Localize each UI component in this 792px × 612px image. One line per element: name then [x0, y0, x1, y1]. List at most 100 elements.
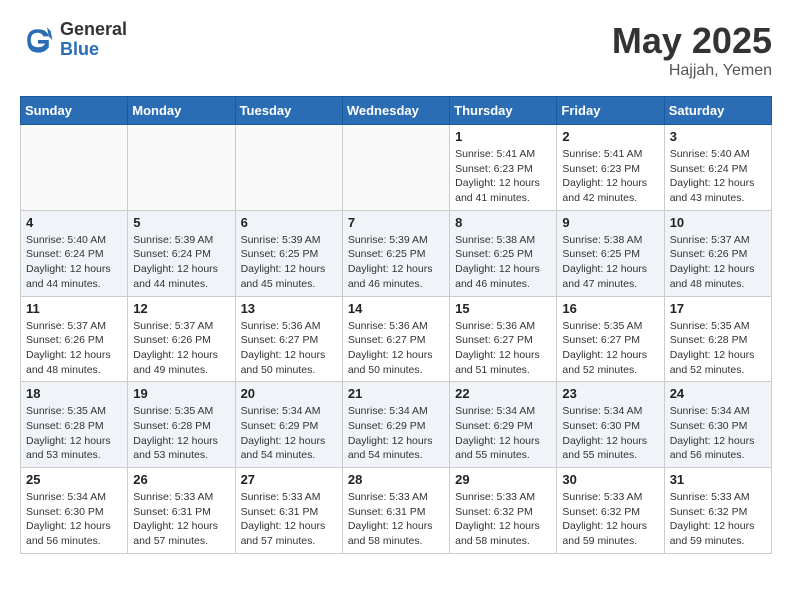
day-detail: Sunrise: 5:33 AMSunset: 6:31 PMDaylight:…	[241, 490, 337, 549]
day-detail: Sunrise: 5:34 AMSunset: 6:30 PMDaylight:…	[26, 490, 122, 549]
day-number: 1	[455, 129, 551, 144]
day-number: 20	[241, 386, 337, 401]
day-number: 5	[133, 215, 229, 230]
calendar-cell-w3-d4: 14 Sunrise: 5:36 AMSunset: 6:27 PMDaylig…	[342, 296, 449, 382]
day-detail: Sunrise: 5:33 AMSunset: 6:32 PMDaylight:…	[455, 490, 551, 549]
day-detail: Sunrise: 5:39 AMSunset: 6:25 PMDaylight:…	[241, 233, 337, 292]
day-number: 22	[455, 386, 551, 401]
day-number: 7	[348, 215, 444, 230]
calendar-cell-w2-d2: 5 Sunrise: 5:39 AMSunset: 6:24 PMDayligh…	[128, 210, 235, 296]
logo-icon	[20, 22, 56, 58]
calendar-cell-w3-d1: 11 Sunrise: 5:37 AMSunset: 6:26 PMDaylig…	[21, 296, 128, 382]
calendar-cell-w3-d2: 12 Sunrise: 5:37 AMSunset: 6:26 PMDaylig…	[128, 296, 235, 382]
calendar-cell-w5-d6: 30 Sunrise: 5:33 AMSunset: 6:32 PMDaylig…	[557, 468, 664, 554]
calendar-table: Sunday Monday Tuesday Wednesday Thursday…	[20, 96, 772, 554]
day-number: 13	[241, 301, 337, 316]
day-detail: Sunrise: 5:35 AMSunset: 6:27 PMDaylight:…	[562, 319, 658, 378]
calendar-cell-w4-d1: 18 Sunrise: 5:35 AMSunset: 6:28 PMDaylig…	[21, 382, 128, 468]
day-number: 14	[348, 301, 444, 316]
col-monday: Monday	[128, 97, 235, 125]
calendar-cell-w3-d5: 15 Sunrise: 5:36 AMSunset: 6:27 PMDaylig…	[450, 296, 557, 382]
day-number: 23	[562, 386, 658, 401]
calendar-cell-w3-d6: 16 Sunrise: 5:35 AMSunset: 6:27 PMDaylig…	[557, 296, 664, 382]
day-detail: Sunrise: 5:35 AMSunset: 6:28 PMDaylight:…	[26, 404, 122, 463]
day-number: 3	[670, 129, 766, 144]
day-detail: Sunrise: 5:33 AMSunset: 6:31 PMDaylight:…	[348, 490, 444, 549]
day-detail: Sunrise: 5:40 AMSunset: 6:24 PMDaylight:…	[26, 233, 122, 292]
day-number: 21	[348, 386, 444, 401]
day-number: 15	[455, 301, 551, 316]
day-detail: Sunrise: 5:34 AMSunset: 6:30 PMDaylight:…	[670, 404, 766, 463]
day-number: 6	[241, 215, 337, 230]
day-number: 10	[670, 215, 766, 230]
day-number: 18	[26, 386, 122, 401]
day-detail: Sunrise: 5:39 AMSunset: 6:25 PMDaylight:…	[348, 233, 444, 292]
day-number: 31	[670, 472, 766, 487]
calendar-week-1: 1 Sunrise: 5:41 AMSunset: 6:23 PMDayligh…	[21, 125, 772, 211]
day-detail: Sunrise: 5:35 AMSunset: 6:28 PMDaylight:…	[133, 404, 229, 463]
logo-blue-text: Blue	[60, 40, 127, 60]
page-header: General Blue May 2025 Hajjah, Yemen	[20, 20, 772, 80]
calendar-cell-w1-d1	[21, 125, 128, 211]
day-detail: Sunrise: 5:37 AMSunset: 6:26 PMDaylight:…	[133, 319, 229, 378]
day-number: 25	[26, 472, 122, 487]
calendar-cell-w1-d7: 3 Sunrise: 5:40 AMSunset: 6:24 PMDayligh…	[664, 125, 771, 211]
calendar-cell-w1-d3	[235, 125, 342, 211]
calendar-cell-w5-d2: 26 Sunrise: 5:33 AMSunset: 6:31 PMDaylig…	[128, 468, 235, 554]
calendar-cell-w4-d2: 19 Sunrise: 5:35 AMSunset: 6:28 PMDaylig…	[128, 382, 235, 468]
day-detail: Sunrise: 5:41 AMSunset: 6:23 PMDaylight:…	[562, 147, 658, 206]
day-detail: Sunrise: 5:37 AMSunset: 6:26 PMDaylight:…	[670, 233, 766, 292]
calendar-cell-w1-d5: 1 Sunrise: 5:41 AMSunset: 6:23 PMDayligh…	[450, 125, 557, 211]
calendar-week-5: 25 Sunrise: 5:34 AMSunset: 6:30 PMDaylig…	[21, 468, 772, 554]
day-number: 2	[562, 129, 658, 144]
day-number: 17	[670, 301, 766, 316]
col-friday: Friday	[557, 97, 664, 125]
day-detail: Sunrise: 5:34 AMSunset: 6:29 PMDaylight:…	[455, 404, 551, 463]
day-detail: Sunrise: 5:34 AMSunset: 6:29 PMDaylight:…	[241, 404, 337, 463]
day-number: 28	[348, 472, 444, 487]
day-number: 12	[133, 301, 229, 316]
col-sunday: Sunday	[21, 97, 128, 125]
calendar-cell-w5-d7: 31 Sunrise: 5:33 AMSunset: 6:32 PMDaylig…	[664, 468, 771, 554]
day-detail: Sunrise: 5:36 AMSunset: 6:27 PMDaylight:…	[348, 319, 444, 378]
col-saturday: Saturday	[664, 97, 771, 125]
calendar-header-row: Sunday Monday Tuesday Wednesday Thursday…	[21, 97, 772, 125]
day-detail: Sunrise: 5:36 AMSunset: 6:27 PMDaylight:…	[455, 319, 551, 378]
calendar-cell-w4-d5: 22 Sunrise: 5:34 AMSunset: 6:29 PMDaylig…	[450, 382, 557, 468]
calendar-cell-w5-d1: 25 Sunrise: 5:34 AMSunset: 6:30 PMDaylig…	[21, 468, 128, 554]
day-detail: Sunrise: 5:41 AMSunset: 6:23 PMDaylight:…	[455, 147, 551, 206]
day-detail: Sunrise: 5:33 AMSunset: 6:32 PMDaylight:…	[562, 490, 658, 549]
day-number: 4	[26, 215, 122, 230]
calendar-location: Hajjah, Yemen	[612, 62, 772, 80]
calendar-week-3: 11 Sunrise: 5:37 AMSunset: 6:26 PMDaylig…	[21, 296, 772, 382]
calendar-cell-w4-d6: 23 Sunrise: 5:34 AMSunset: 6:30 PMDaylig…	[557, 382, 664, 468]
calendar-cell-w4-d3: 20 Sunrise: 5:34 AMSunset: 6:29 PMDaylig…	[235, 382, 342, 468]
calendar-cell-w2-d1: 4 Sunrise: 5:40 AMSunset: 6:24 PMDayligh…	[21, 210, 128, 296]
col-thursday: Thursday	[450, 97, 557, 125]
calendar-week-2: 4 Sunrise: 5:40 AMSunset: 6:24 PMDayligh…	[21, 210, 772, 296]
calendar-cell-w3-d3: 13 Sunrise: 5:36 AMSunset: 6:27 PMDaylig…	[235, 296, 342, 382]
day-number: 26	[133, 472, 229, 487]
day-number: 19	[133, 386, 229, 401]
day-detail: Sunrise: 5:34 AMSunset: 6:29 PMDaylight:…	[348, 404, 444, 463]
day-number: 27	[241, 472, 337, 487]
calendar-cell-w1-d6: 2 Sunrise: 5:41 AMSunset: 6:23 PMDayligh…	[557, 125, 664, 211]
calendar-cell-w2-d3: 6 Sunrise: 5:39 AMSunset: 6:25 PMDayligh…	[235, 210, 342, 296]
day-detail: Sunrise: 5:34 AMSunset: 6:30 PMDaylight:…	[562, 404, 658, 463]
day-detail: Sunrise: 5:37 AMSunset: 6:26 PMDaylight:…	[26, 319, 122, 378]
calendar-cell-w2-d7: 10 Sunrise: 5:37 AMSunset: 6:26 PMDaylig…	[664, 210, 771, 296]
calendar-week-4: 18 Sunrise: 5:35 AMSunset: 6:28 PMDaylig…	[21, 382, 772, 468]
day-detail: Sunrise: 5:35 AMSunset: 6:28 PMDaylight:…	[670, 319, 766, 378]
day-detail: Sunrise: 5:38 AMSunset: 6:25 PMDaylight:…	[562, 233, 658, 292]
col-wednesday: Wednesday	[342, 97, 449, 125]
day-number: 24	[670, 386, 766, 401]
calendar-cell-w5-d3: 27 Sunrise: 5:33 AMSunset: 6:31 PMDaylig…	[235, 468, 342, 554]
calendar-cell-w5-d5: 29 Sunrise: 5:33 AMSunset: 6:32 PMDaylig…	[450, 468, 557, 554]
calendar-cell-w1-d4	[342, 125, 449, 211]
title-block: May 2025 Hajjah, Yemen	[612, 20, 772, 80]
day-detail: Sunrise: 5:39 AMSunset: 6:24 PMDaylight:…	[133, 233, 229, 292]
calendar-cell-w2-d6: 9 Sunrise: 5:38 AMSunset: 6:25 PMDayligh…	[557, 210, 664, 296]
day-detail: Sunrise: 5:40 AMSunset: 6:24 PMDaylight:…	[670, 147, 766, 206]
day-number: 9	[562, 215, 658, 230]
logo-text: General Blue	[60, 20, 127, 60]
